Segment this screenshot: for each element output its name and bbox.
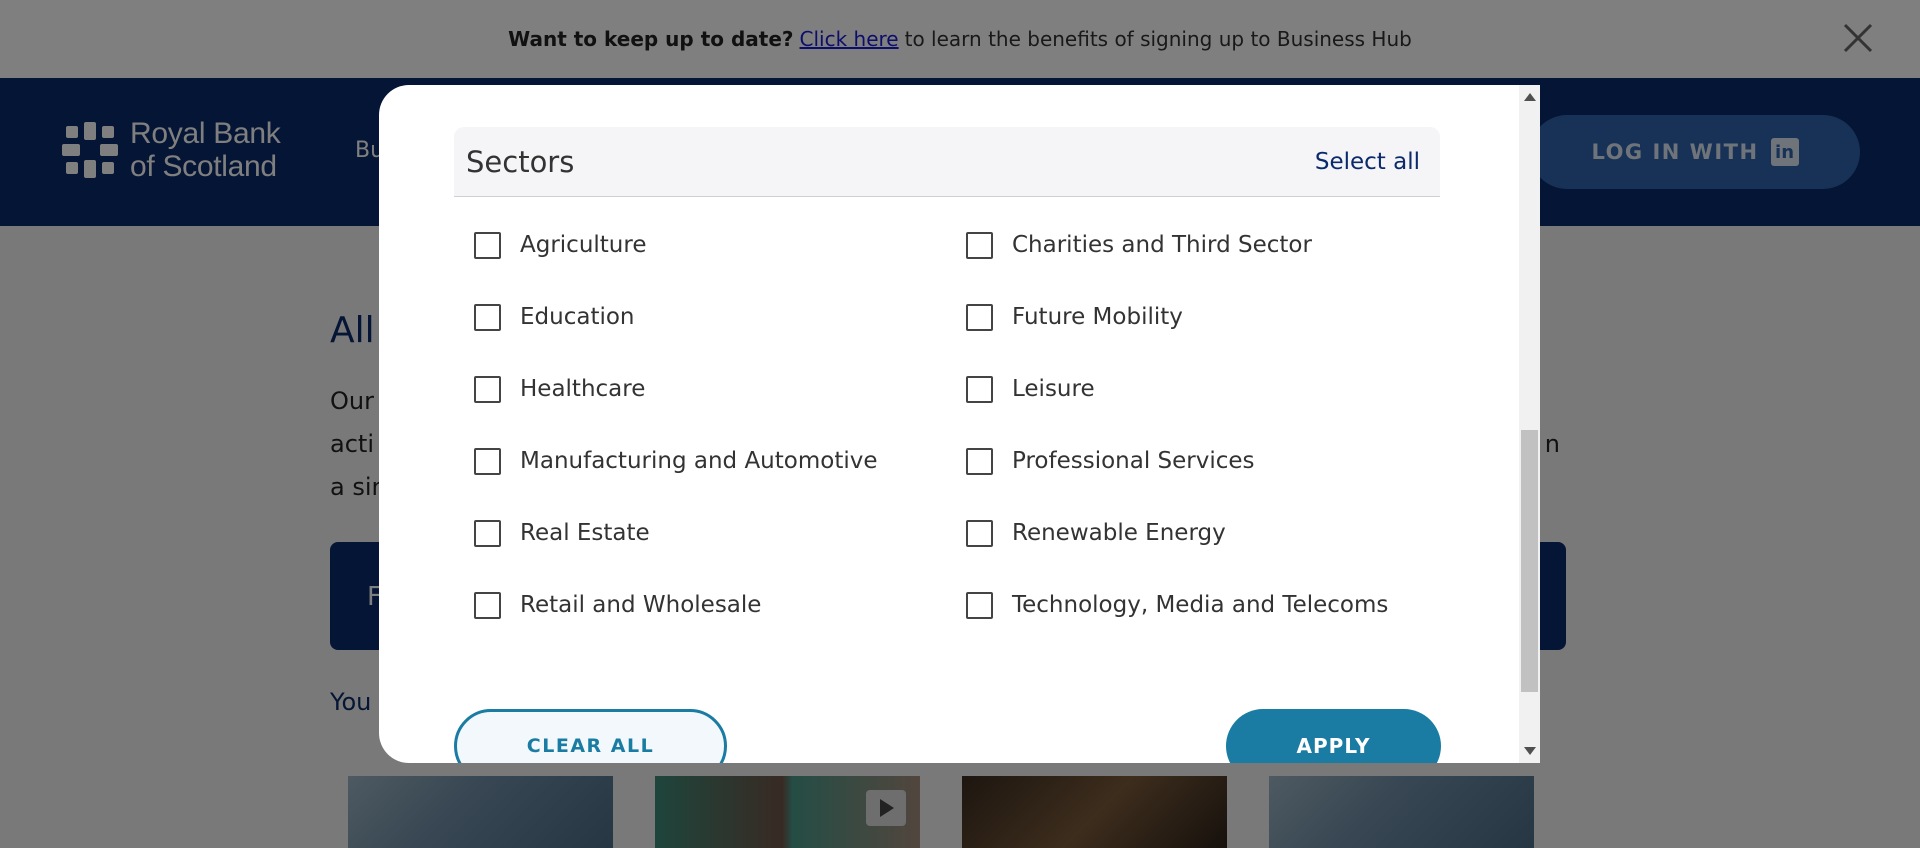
clear-all-button[interactable]: CLEAR ALL [454,709,727,763]
checkbox[interactable] [966,519,993,547]
sector-option-future-mobility[interactable]: Future Mobility [966,281,1458,353]
checkbox[interactable] [474,591,501,619]
sector-option-real-estate[interactable]: Real Estate [474,497,966,569]
scrollbar-thumb[interactable] [1521,430,1538,692]
checkbox[interactable] [474,231,501,259]
sector-option-agriculture[interactable]: Agriculture [474,209,966,281]
sectors-header: Sectors Select all [454,127,1440,197]
sector-option-education[interactable]: Education [474,281,966,353]
option-label: Retail and Wholesale [520,592,762,618]
option-label: Leisure [1012,376,1095,402]
option-label: Technology, Media and Telecoms [1012,592,1389,618]
option-label: Charities and Third Sector [1012,232,1312,258]
checkbox[interactable] [966,375,993,403]
sector-option-renewable-energy[interactable]: Renewable Energy [966,497,1458,569]
checkbox[interactable] [474,375,501,403]
scroll-down-arrow-icon[interactable] [1524,747,1536,755]
checkbox[interactable] [966,231,993,259]
option-label: Real Estate [520,520,650,546]
option-label: Education [520,304,635,330]
option-label: Agriculture [520,232,647,258]
sectors-options: Agriculture Charities and Third Sector E… [454,209,1440,641]
sector-option-manufacturing[interactable]: Manufacturing and Automotive [474,425,966,497]
sector-option-retail[interactable]: Retail and Wholesale [474,569,966,641]
checkbox[interactable] [474,303,501,331]
sector-option-healthcare[interactable]: Healthcare [474,353,966,425]
sector-option-professional-services[interactable]: Professional Services [966,425,1458,497]
option-label: Future Mobility [1012,304,1183,330]
checkbox[interactable] [966,591,993,619]
select-all-link[interactable]: Select all [1315,149,1420,175]
sectors-filter-modal: Sectors Select all Agriculture Charities… [379,85,1540,763]
scroll-up-arrow-icon[interactable] [1524,93,1536,101]
modal-content: Sectors Select all Agriculture Charities… [454,127,1440,641]
sector-option-technology[interactable]: Technology, Media and Telecoms [966,569,1458,641]
modal-scrollbar[interactable] [1519,85,1540,763]
sectors-title: Sectors [466,144,575,179]
checkbox[interactable] [966,447,993,475]
checkbox[interactable] [474,447,501,475]
option-label: Healthcare [520,376,646,402]
sector-option-charities[interactable]: Charities and Third Sector [966,209,1458,281]
option-label: Manufacturing and Automotive [520,448,878,474]
checkbox[interactable] [966,303,993,331]
checkbox[interactable] [474,519,501,547]
apply-button[interactable]: APPLY [1226,709,1441,763]
option-label: Professional Services [1012,448,1255,474]
option-label: Renewable Energy [1012,520,1226,546]
sector-option-leisure[interactable]: Leisure [966,353,1458,425]
